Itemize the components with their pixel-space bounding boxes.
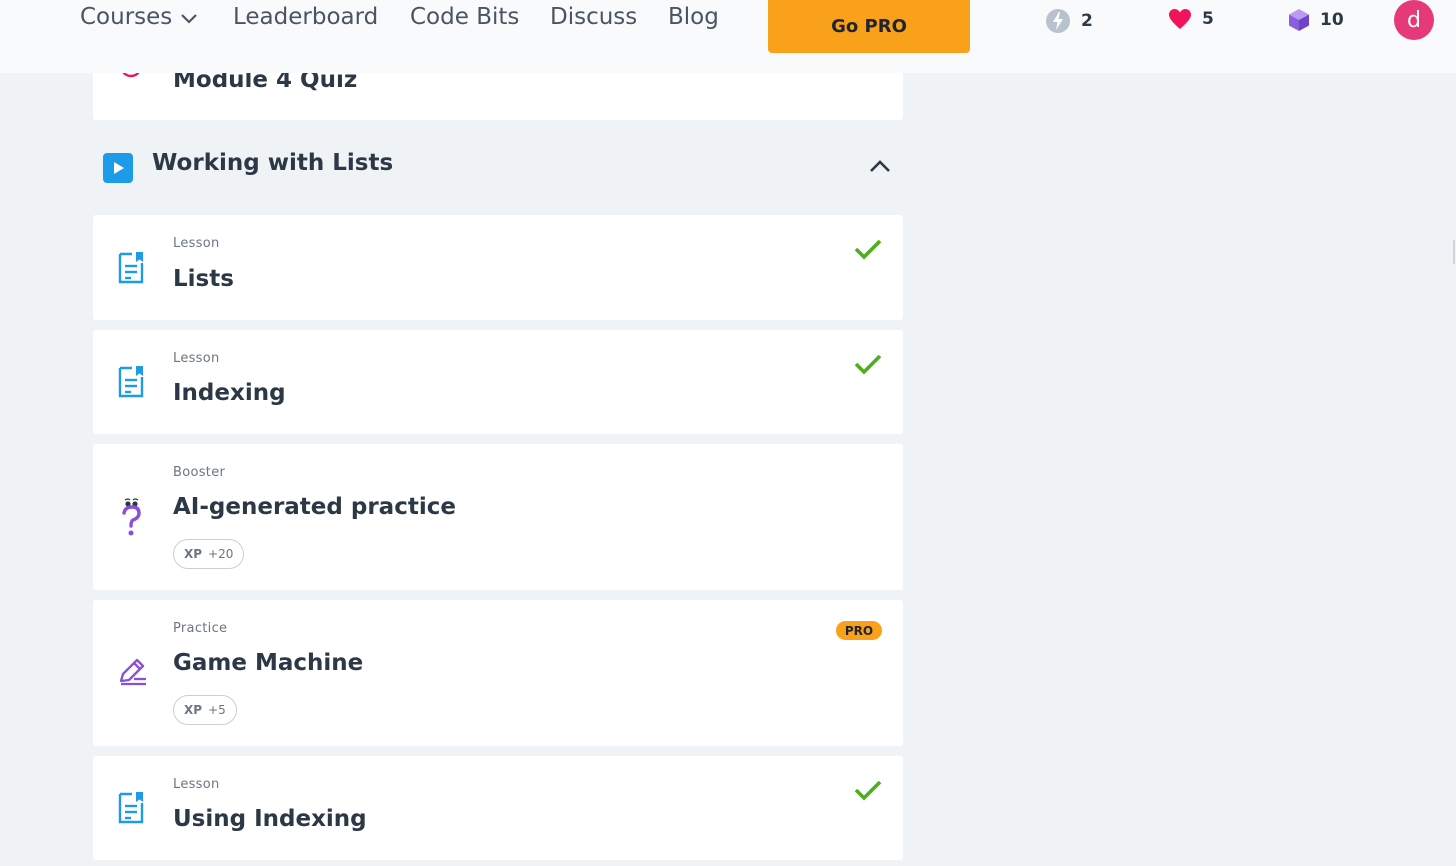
card-type-label: Lesson xyxy=(173,236,220,251)
question-mark-icon xyxy=(122,498,141,536)
gems-value: 10 xyxy=(1320,10,1344,30)
chevron-up-icon[interactable] xyxy=(869,158,891,174)
scrollbar-thumb[interactable] xyxy=(1453,240,1455,264)
card-type-label: Lesson xyxy=(173,351,220,366)
card-type-label: Practice xyxy=(173,621,228,636)
card-title: Lists xyxy=(173,266,234,292)
nav-blog[interactable]: Blog xyxy=(668,4,719,30)
gems-counter[interactable]: 10 xyxy=(1288,8,1344,32)
card-type-label: Lesson xyxy=(173,777,220,792)
go-pro-button[interactable]: Go PRO xyxy=(768,0,970,53)
nav-discuss[interactable]: Discuss xyxy=(550,4,637,30)
lesson-card-using-indexing[interactable]: Lesson Using Indexing xyxy=(93,756,903,860)
hearts-value: 5 xyxy=(1202,9,1214,29)
pro-badge: PRO xyxy=(836,621,882,640)
lesson-doc-icon xyxy=(118,366,144,398)
avatar[interactable]: d xyxy=(1394,0,1434,40)
lesson-doc-icon xyxy=(118,252,144,284)
booster-card-ai-practice[interactable]: Booster AI-generated practice XP +20 xyxy=(93,444,903,590)
practice-card-game-machine[interactable]: Practice Game Machine PRO XP +5 xyxy=(93,600,903,746)
gem-cube-icon xyxy=(1289,9,1309,31)
lightning-icon xyxy=(1046,9,1070,33)
xp-value: +20 xyxy=(208,547,234,561)
section-title: Working with Lists xyxy=(152,150,394,176)
nav-leaderboard[interactable]: Leaderboard xyxy=(233,4,378,30)
card-type-label: Booster xyxy=(173,465,226,480)
xp-reward-badge: XP +5 xyxy=(173,695,237,725)
hearts-counter[interactable]: 5 xyxy=(1168,8,1214,30)
lesson-doc-icon xyxy=(118,792,144,824)
xp-label: XP xyxy=(184,703,203,717)
heart-icon xyxy=(1169,9,1191,29)
xp-value: +5 xyxy=(208,703,226,717)
top-navigation-bar: Courses Leaderboard Code Bits Discuss Bl… xyxy=(0,0,1456,73)
play-icon xyxy=(103,153,133,183)
checkmark-icon xyxy=(854,239,882,260)
card-title: Game Machine xyxy=(173,650,364,676)
streak-counter[interactable]: 2 xyxy=(1045,8,1093,34)
chevron-down-icon[interactable] xyxy=(180,12,198,26)
nav-code-bits[interactable]: Code Bits xyxy=(410,4,519,30)
nav-courses[interactable]: Courses xyxy=(80,4,172,30)
pencil-icon xyxy=(119,658,146,686)
xp-label: XP xyxy=(184,547,203,561)
streak-value: 2 xyxy=(1081,11,1093,31)
card-title: Indexing xyxy=(173,380,286,406)
card-title: AI-generated practice xyxy=(173,494,456,520)
card-title: Using Indexing xyxy=(173,806,367,832)
lesson-card-indexing[interactable]: Lesson Indexing xyxy=(93,330,903,434)
lesson-card-lists[interactable]: Lesson Lists xyxy=(93,215,903,320)
checkmark-icon xyxy=(854,780,882,801)
checkmark-icon xyxy=(854,354,882,375)
xp-reward-badge: XP +20 xyxy=(173,539,245,569)
